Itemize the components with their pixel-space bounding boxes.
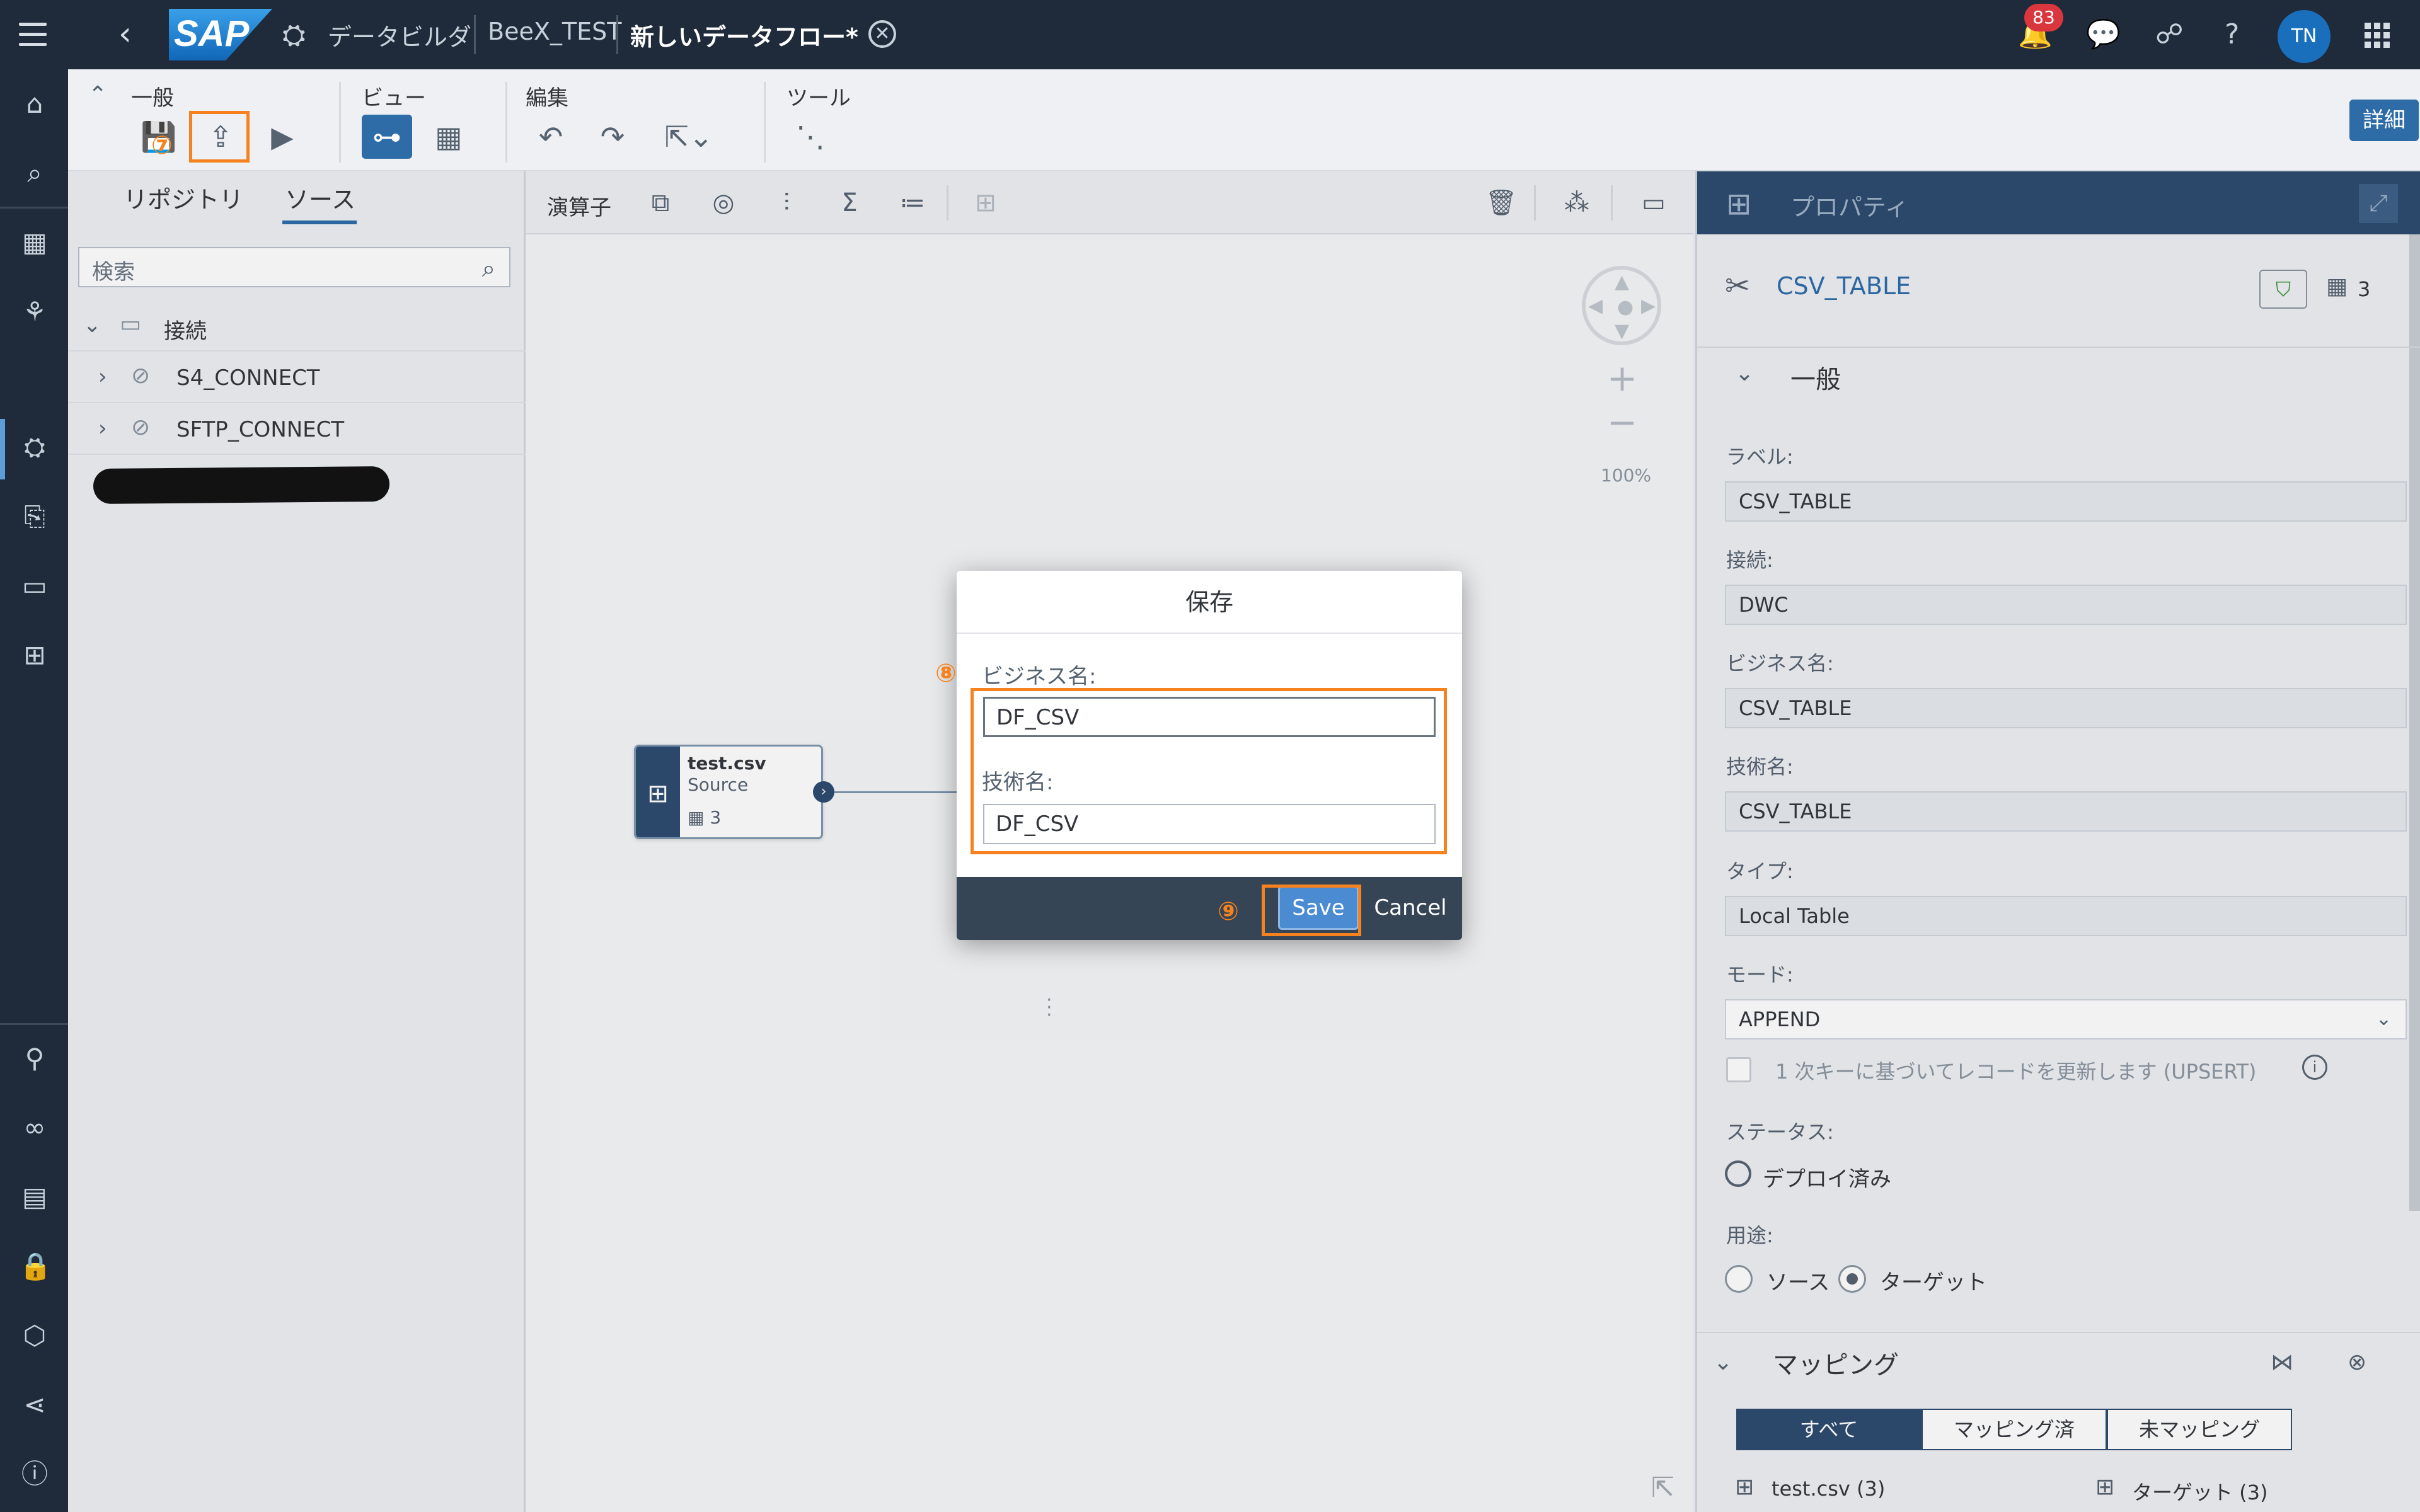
data-marketplace-icon[interactable]: ▦ (19, 227, 50, 258)
run-icon[interactable]: ▶ (257, 115, 308, 159)
marker-fields: ⑧ (935, 659, 957, 688)
cancel-button[interactable]: Cancel (1373, 886, 1448, 930)
breadcrumb-divider (616, 15, 618, 54)
avatar[interactable]: TN (2278, 10, 2331, 63)
breadcrumb-app[interactable]: データビルダ (328, 18, 471, 52)
business-name-label: ビジネス名: (982, 664, 1097, 689)
export-icon[interactable]: ⇱⌄ (654, 115, 723, 159)
breadcrumb-flow: 新しいデータフロー* (630, 23, 858, 51)
data-builder-icon[interactable]: ⛭ (19, 432, 50, 463)
table-view-icon[interactable]: ▦ (424, 115, 474, 159)
dialog-title: 保存 (957, 571, 1462, 634)
glasses-icon[interactable]: ∞ (19, 1112, 50, 1143)
business-builder-icon[interactable]: ⚘ (19, 296, 50, 328)
space-icon[interactable]: ⚲ (19, 1043, 50, 1074)
toolbar-divider (764, 82, 766, 163)
toolbar-group-edit: 編集 (526, 86, 568, 111)
main-toolbar: ⌃ 一般 💾 ⇪ ▶ ⑦ ビュー ⊶ ▦ 編集 ↶ ↷ ⇱⌄ ツール ⋱ 詳細 (68, 69, 2420, 171)
package-icon[interactable]: ⬡ (19, 1320, 50, 1351)
close-tab-icon[interactable]: ✕ (868, 20, 896, 48)
toolbar-group-tools: ツール (786, 86, 851, 111)
detail-button[interactable]: 詳細 (2349, 100, 2419, 141)
marker-deploy: ⑦ (151, 131, 173, 160)
data-access-icon[interactable]: ⎘ (19, 501, 50, 532)
menu-icon[interactable] (19, 23, 47, 46)
info-icon[interactable]: ⓘ (19, 1458, 50, 1490)
nav-active-indicator (0, 419, 5, 479)
feedback-icon[interactable]: 💬 (2086, 19, 2121, 50)
nav-divider (0, 207, 68, 209)
collapse-toolbar-icon[interactable]: ⌃ (88, 82, 107, 108)
breadcrumb-divider (474, 15, 476, 54)
diagram-view-icon[interactable]: ⊶ (362, 115, 412, 159)
toolbar-group-general: 一般 (131, 86, 174, 111)
notification-badge: 83 (2024, 4, 2063, 32)
help-icon[interactable]: ? (2225, 19, 2239, 50)
support-icon[interactable]: ☍ (2155, 19, 2184, 50)
home-icon[interactable]: ⌂ (19, 88, 50, 120)
monitor-icon[interactable]: ▭ (19, 570, 50, 602)
app-launcher-icon[interactable] (2365, 23, 2390, 48)
data-builder-icon: ⛭ (282, 18, 306, 52)
catalog-icon[interactable]: ⌕ (19, 158, 50, 189)
repository-icon[interactable]: ⊞ (19, 639, 50, 671)
toolbar-group-view: ビュー (362, 86, 426, 111)
toolbar-divider (339, 82, 341, 163)
toolbar-divider (505, 82, 507, 163)
undo-icon[interactable]: ↶ (526, 115, 576, 159)
nav-divider (0, 1023, 68, 1025)
redo-icon[interactable]: ↷ (587, 115, 638, 159)
shell-bar: ‹ SAP ⛭ データビルダ BeeX_TEST 新しいデータフロー* ✕ 🔔 … (0, 0, 2420, 69)
highlight-fields (971, 688, 1447, 854)
back-icon[interactable]: ‹ (118, 18, 132, 50)
dialog-footer: Save Cancel (957, 877, 1462, 940)
lock-icon[interactable]: 🔒 (19, 1251, 52, 1282)
marker-save: ⑨ (1218, 897, 1239, 926)
share-icon[interactable]: ⋖ (19, 1389, 50, 1421)
highlight-deploy (189, 111, 250, 163)
highlight-save (1262, 885, 1361, 936)
breadcrumb-space[interactable]: BeeX_TEST (488, 18, 621, 45)
impact-lineage-icon[interactable]: ⋱ (785, 115, 836, 159)
side-navigation: ⌂ ⌕ ▦ ⚘ ⛭ ⎘ ▭ ⊞ ⚲ ∞ ▤ 🔒 ⬡ ⋖ ⓘ (0, 69, 68, 1512)
book-icon[interactable]: ▤ (19, 1181, 50, 1213)
sap-logo: SAP (169, 9, 272, 60)
